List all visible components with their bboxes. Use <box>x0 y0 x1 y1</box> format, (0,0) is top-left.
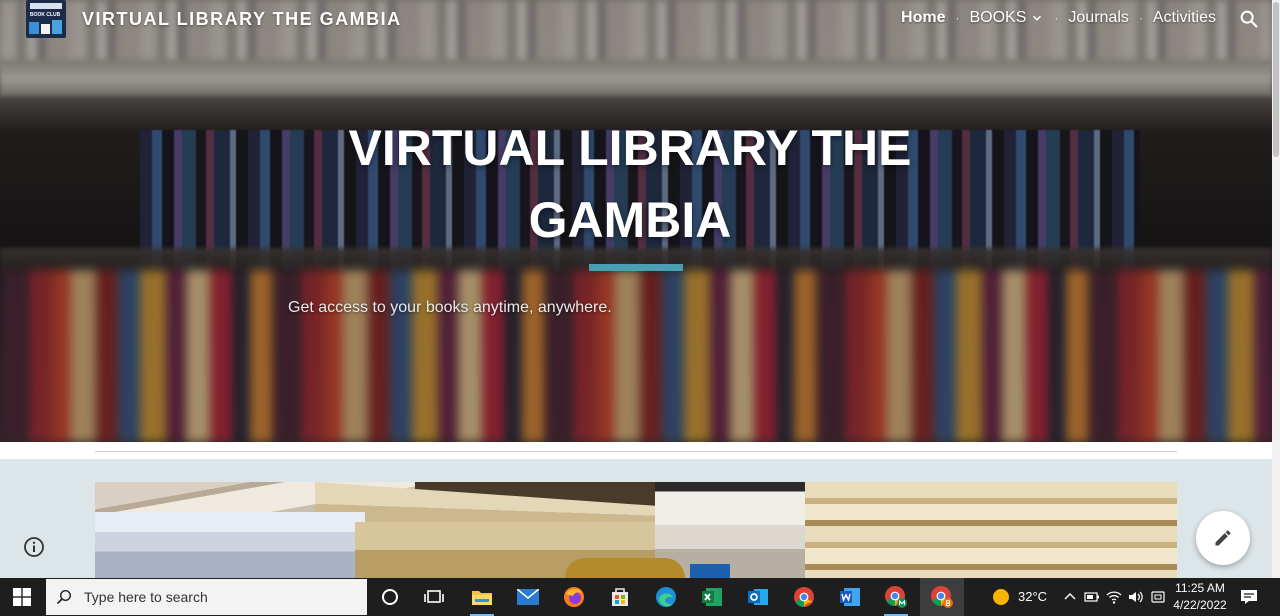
hero-accent-bar <box>589 264 683 271</box>
hero-title: VIRTUAL LIBRARY THE GAMBIA <box>280 112 980 256</box>
main-nav: Home · BOOKS · Journals · Activities <box>901 9 1216 27</box>
edit-button[interactable] <box>1196 511 1250 565</box>
weather-sun-icon[interactable] <box>992 588 1010 606</box>
stacked-books-image <box>95 482 1177 578</box>
pencil-icon <box>1215 530 1231 546</box>
nav-separator: · <box>1054 11 1059 25</box>
search-icon[interactable] <box>1238 8 1260 30</box>
edge-icon[interactable] <box>652 583 680 611</box>
firefox-icon[interactable] <box>560 583 588 611</box>
site-title[interactable]: VIRTUAL LIBRARY THE GAMBIA <box>82 9 402 30</box>
logo-bar <box>30 3 62 9</box>
chrome-profile-b-icon[interactable] <box>920 578 964 616</box>
taskbar-search-placeholder: Type here to search <box>84 589 208 605</box>
nav-item-label: BOOKS <box>969 9 1027 26</box>
book-shape <box>95 512 365 578</box>
taskbar-clock[interactable]: 11:25 AM 4/22/2022 <box>1172 580 1228 614</box>
nav-item-label: Activities <box>1152 9 1216 26</box>
logo-book-shape <box>41 24 50 34</box>
hero-banner: VIRTUAL LIBRARY THE GAMBIA Get access to… <box>0 0 1272 442</box>
word-icon[interactable] <box>836 583 864 611</box>
keyboard-language-icon[interactable] <box>1150 589 1166 605</box>
cortana-icon[interactable] <box>376 583 404 611</box>
info-icon[interactable] <box>22 535 46 559</box>
nav-separator: · <box>1138 11 1143 25</box>
chevron-down-icon <box>1033 15 1042 21</box>
excel-icon[interactable] <box>698 583 726 611</box>
chrome-profile-m-icon[interactable] <box>882 583 910 616</box>
page-scrollbar[interactable] <box>1272 0 1280 578</box>
nav-item-books[interactable]: BOOKS <box>969 9 1044 27</box>
clock-time: 11:25 AM <box>1175 581 1225 595</box>
nav-item-label: Home <box>901 9 946 26</box>
battery-icon[interactable] <box>1084 589 1100 605</box>
start-button[interactable] <box>0 578 44 616</box>
hero-subtitle: Get access to your books anytime, anywhe… <box>288 299 612 316</box>
clock-date: 4/22/2022 <box>1173 598 1227 612</box>
weather-temperature[interactable]: 32°C <box>1018 589 1047 604</box>
chrome-icon[interactable] <box>790 583 818 611</box>
book-shape <box>690 564 730 578</box>
file-explorer-icon[interactable] <box>468 583 496 616</box>
search-icon <box>56 589 72 605</box>
site-header: BOOK CLUB VIRTUAL LIBRARY THE GAMBIA Hom… <box>0 0 1272 40</box>
nav-item-label: Journals <box>1068 9 1129 26</box>
section-divider <box>95 451 1177 452</box>
windows-taskbar: Type here to search 32°C 11:25 AM 4/22/2… <box>0 578 1280 616</box>
book-shape <box>565 558 685 578</box>
logo-text: BOOK CLUB <box>30 12 61 18</box>
outlook-icon[interactable] <box>744 583 772 611</box>
mail-icon[interactable] <box>514 583 542 611</box>
nav-item-journals[interactable]: Journals <box>1068 9 1128 27</box>
nav-item-home[interactable]: Home <box>901 9 945 27</box>
hero-title-line1: VIRTUAL LIBRARY THE <box>348 120 912 176</box>
content-section <box>0 442 1272 578</box>
store-icon[interactable] <box>606 583 634 611</box>
volume-icon[interactable] <box>1127 589 1143 605</box>
wifi-icon[interactable] <box>1106 589 1122 605</box>
taskbar-search-box[interactable]: Type here to search <box>46 579 367 615</box>
logo-book-shape <box>29 22 39 34</box>
logo-book-shape <box>52 20 62 34</box>
site-logo[interactable]: BOOK CLUB <box>26 0 66 38</box>
windows-logo-icon <box>13 588 31 606</box>
task-view-icon[interactable] <box>420 583 448 611</box>
nav-item-activities[interactable]: Activities <box>1153 9 1216 27</box>
notification-center-icon[interactable] <box>1240 588 1258 606</box>
browser-page: VIRTUAL LIBRARY THE GAMBIA Get access to… <box>0 0 1280 616</box>
book-shape <box>805 482 1177 578</box>
chevron-up-icon[interactable] <box>1062 589 1078 605</box>
hero-title-line2: GAMBIA <box>528 192 732 248</box>
scrollbar-thumb[interactable] <box>1273 2 1279 157</box>
nav-separator: · <box>955 11 960 25</box>
